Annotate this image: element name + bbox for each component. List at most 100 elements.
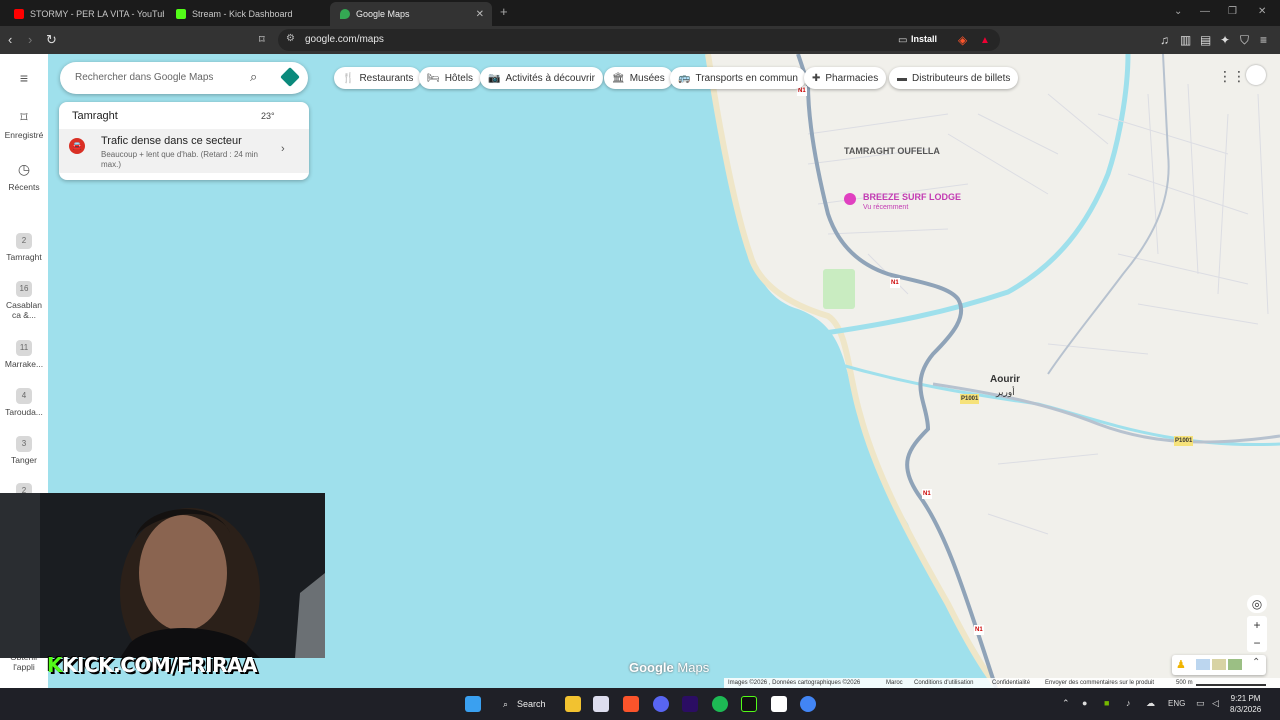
language-indicator[interactable]: ENG — [1168, 699, 1185, 708]
leo-ai-icon[interactable]: ✦ — [1220, 33, 1230, 47]
tab-title: Stream - Kick Dashboard — [192, 9, 293, 19]
my-location-button[interactable]: ◎ — [1247, 595, 1267, 613]
file-explorer-icon[interactable] — [565, 696, 581, 712]
nvidia-icon[interactable]: ■ — [1104, 698, 1109, 708]
layer-thumb-icon[interactable] — [1212, 659, 1226, 670]
close-icon[interactable]: ✕ — [476, 9, 484, 20]
scale-bar — [1196, 684, 1266, 686]
tab-google-maps[interactable]: Google Maps ✕ — [330, 2, 492, 26]
privacy-link[interactable]: Confidentialité — [992, 680, 1030, 686]
document-icon[interactable] — [771, 696, 787, 712]
pegman-icon[interactable]: ♟ — [1176, 658, 1186, 671]
search-input[interactable]: Rechercher dans Google Maps — [75, 72, 213, 83]
menu-icon[interactable]: ≡ — [1260, 33, 1267, 47]
feedback-link[interactable]: Envoyer des commentaires sur le produit — [1045, 680, 1154, 686]
brave-rewards-icon[interactable]: ▲ — [980, 34, 990, 48]
traffic-title: Trafic dense dans ce secteur — [101, 135, 242, 147]
spotify-icon[interactable] — [712, 696, 728, 712]
category-chip-activities[interactable]: 📷 Activités à découvrir — [480, 67, 603, 89]
app-icon[interactable] — [741, 696, 757, 712]
place-label-aourir[interactable]: Aourir — [990, 375, 1020, 385]
category-chip-atm[interactable]: ▬ Distributeurs de billets — [889, 67, 1019, 89]
tab-kick[interactable]: Stream - Kick Dashboard — [166, 2, 328, 26]
my-location-icon: ◎ — [1251, 597, 1263, 611]
premiere-pro-icon[interactable] — [682, 696, 698, 712]
install-button[interactable]: Install — [911, 34, 937, 44]
recent-name: Marrake... — [4, 359, 44, 369]
taskbar-search[interactable]: ⌕ Search — [497, 692, 553, 716]
snipping-tool-icon[interactable] — [593, 696, 609, 712]
recent-place-marrakech[interactable]: 11 Marrake... — [0, 340, 48, 369]
zoom-out-button[interactable]: − — [1247, 634, 1267, 652]
layer-thumb-icon[interactable] — [1228, 659, 1242, 670]
search-box[interactable]: Rechercher dans Google Maps ⌕ — [60, 62, 308, 94]
media-icon[interactable]: ♫ — [1160, 33, 1169, 47]
category-chip-hotels[interactable]: 🛏 Hôtels — [419, 67, 482, 89]
directions-icon[interactable] — [280, 67, 300, 87]
close-window-icon[interactable]: ✕ — [1258, 6, 1266, 17]
tray-app-icon[interactable]: ● — [1082, 698, 1087, 708]
category-chip-restaurants[interactable]: 🍴 Restaurants — [334, 67, 422, 89]
url-field[interactable]: ⚙ google.com/maps — [278, 29, 1000, 51]
menu-button[interactable]: ≡ — [0, 70, 48, 90]
category-chip-transit[interactable]: 🚌 Transports en commun — [670, 67, 806, 89]
wallet-icon[interactable]: ▤ — [1200, 33, 1211, 47]
chrome-icon[interactable] — [800, 696, 816, 712]
youtube-icon — [14, 9, 24, 19]
recent-place-tamraght[interactable]: 2 Tamraght — [0, 233, 48, 262]
category-chip-museums[interactable]: 🏛 Musées — [604, 67, 673, 89]
brave-shields-icon[interactable]: ◈ — [958, 33, 967, 47]
chip-label: Musées — [629, 72, 665, 84]
minimize-icon[interactable]: — — [1200, 6, 1210, 17]
search-icon[interactable]: ⌕ — [250, 69, 257, 85]
network-icon[interactable]: ▭ — [1196, 698, 1205, 709]
avatar[interactable] — [1246, 65, 1266, 85]
road-label: N1 — [890, 278, 900, 288]
site-settings-icon[interactable]: ⚙ — [286, 33, 295, 44]
browser-tab-bar: STORMY - PER LA VITA - YouTube Stream - … — [0, 0, 1280, 26]
chip-label: Pharmacies — [825, 72, 879, 84]
windows-start-icon[interactable] — [465, 696, 481, 712]
tab-title: Google Maps — [356, 9, 410, 19]
forward-icon[interactable]: › — [28, 32, 32, 48]
reload-icon[interactable]: ↻ — [46, 32, 57, 48]
google-maps-icon — [340, 9, 350, 19]
tab-title: STORMY - PER LA VITA - YouTube — [30, 9, 164, 19]
category-chip-pharmacies[interactable]: ✚ Pharmacies — [804, 67, 887, 89]
zoom-in-button[interactable]: + — [1247, 616, 1267, 634]
pharmacy-icon: ✚ — [812, 72, 821, 84]
brave-icon[interactable] — [623, 696, 639, 712]
recent-place-taroudant[interactable]: 4 Tarouda... — [0, 388, 48, 417]
tab-youtube[interactable]: STORMY - PER LA VITA - YouTube — [4, 2, 164, 26]
discord-icon[interactable] — [653, 696, 669, 712]
traffic-alert[interactable]: 🚘 Trafic dense dans ce secteur Beaucoup … — [59, 129, 309, 173]
expand-icon[interactable]: ⌃ — [1252, 657, 1260, 668]
install-icon: ▭ — [898, 35, 908, 46]
taskbar: ⌕ Search ⌃ ● ■ ♪ ☁ ENG ▭ ◁ 9:21 PM 8/3/2… — [0, 688, 1280, 720]
layer-thumb-icon[interactable] — [1196, 659, 1210, 670]
cloud-icon[interactable]: ☁ — [1146, 698, 1155, 709]
chevron-down-icon[interactable]: ⌄ — [1174, 6, 1182, 17]
clock[interactable]: 9:21 PM 8/3/2026 — [1230, 693, 1261, 715]
kick-icon — [176, 9, 186, 19]
layers-control[interactable]: ♟ ⌃ — [1172, 655, 1266, 675]
recents-button[interactable]: ◷ Récents — [0, 161, 48, 192]
vpn-icon[interactable]: ⛉ — [1240, 33, 1249, 47]
place-label-breeze-surf-lodge[interactable]: BREEZE SURF LODGE — [863, 192, 961, 202]
bookmark-icon[interactable]: ⌑ — [259, 32, 265, 48]
scale-label[interactable]: 500 m — [1176, 680, 1193, 686]
country-link[interactable]: Maroc — [886, 680, 903, 686]
volume-icon[interactable]: ◁ — [1212, 698, 1219, 709]
restore-icon[interactable]: ❐ — [1228, 6, 1237, 17]
back-icon[interactable]: ‹ — [8, 32, 12, 48]
place-label-tamraght-oufella[interactable]: TAMRAGHT OUFELLA — [844, 146, 940, 156]
recent-place-casablanca[interactable]: 16 Casablan ca &... — [0, 281, 48, 320]
new-tab-icon[interactable]: + — [500, 4, 508, 19]
recent-count: 4 — [16, 388, 32, 404]
saved-button[interactable]: ⌑ Enregistré — [0, 109, 48, 140]
sidebar-icon[interactable]: ▥ — [1180, 33, 1191, 47]
microphone-icon[interactable]: ♪ — [1126, 698, 1131, 708]
recent-place-tanger[interactable]: 3 Tanger — [0, 436, 48, 465]
chevron-up-icon[interactable]: ⌃ — [1062, 698, 1070, 709]
terms-link[interactable]: Conditions d'utilisation — [914, 680, 974, 686]
